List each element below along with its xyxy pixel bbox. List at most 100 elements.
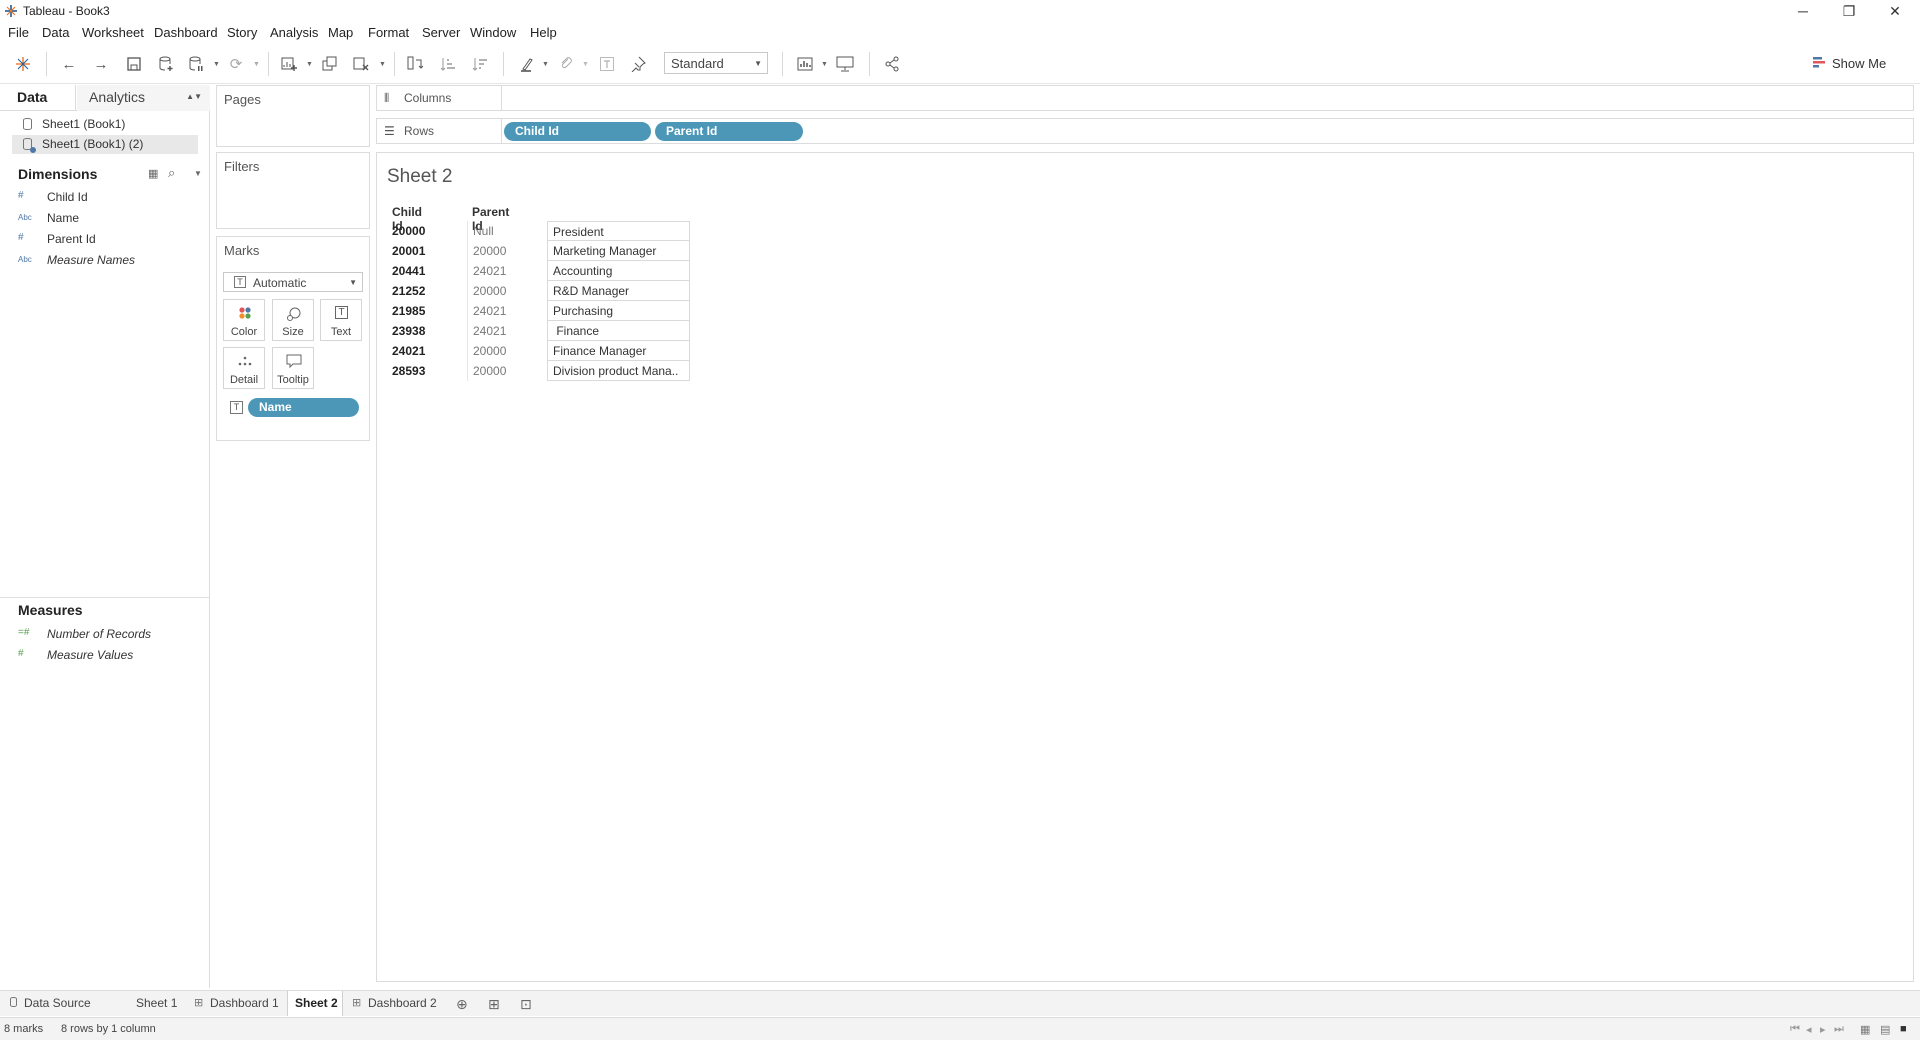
fix-axes-icon[interactable]: [627, 53, 649, 75]
table-row[interactable]: 20001 20000 Marketing Manager: [387, 241, 690, 261]
nav-last-icon[interactable]: ⏭: [1834, 1023, 1844, 1036]
clear-sheet-icon[interactable]: [350, 53, 372, 75]
filters-card[interactable]: Filters: [216, 152, 370, 229]
cell-name[interactable]: Finance Manager: [547, 341, 690, 361]
cell-name[interactable]: Purchasing: [547, 301, 690, 321]
table-row[interactable]: 20441 24021 Accounting: [387, 261, 690, 281]
view-cards-icon[interactable]: ▦: [148, 167, 158, 180]
duplicate-sheet-icon[interactable]: [319, 53, 341, 75]
cell-child-id[interactable]: 28593: [387, 361, 467, 381]
pane-menu-icon[interactable]: ▲▼: [186, 92, 202, 101]
menu-data[interactable]: Data: [42, 25, 69, 40]
tab-data[interactable]: Data: [0, 85, 76, 111]
menu-worksheet[interactable]: Worksheet: [82, 25, 144, 40]
redo-icon[interactable]: →: [90, 53, 112, 75]
highlight-icon[interactable]: [516, 53, 538, 75]
sort-descending-icon[interactable]: [469, 53, 491, 75]
new-data-source-icon[interactable]: [155, 53, 177, 75]
cell-parent-id[interactable]: 20000: [467, 281, 547, 301]
table-row[interactable]: 21252 20000 R&D Manager: [387, 281, 690, 301]
table-row[interactable]: 20000 Null President: [387, 221, 690, 241]
menu-format[interactable]: Format: [368, 25, 409, 40]
rows-shelf[interactable]: ☰ Rows Child Id Parent Id: [376, 118, 1914, 144]
clear-dropdown-icon[interactable]: ▼: [379, 61, 386, 68]
nav-prev-icon[interactable]: ◂: [1806, 1023, 1812, 1036]
field-measure-names[interactable]: Abc Measure Names: [18, 251, 198, 271]
cell-child-id[interactable]: 20001: [387, 241, 467, 261]
text-button[interactable]: T Text: [320, 299, 362, 341]
new-story-tab-icon[interactable]: ⊡: [520, 991, 540, 1016]
worksheet-view[interactable]: Sheet 2 Child Id Parent Id 20000 Null Pres…: [376, 152, 1914, 982]
table-row[interactable]: 21985 24021 Purchasing: [387, 301, 690, 321]
sheet-title[interactable]: Sheet 2: [387, 166, 453, 188]
cell-parent-id[interactable]: 24021: [467, 261, 547, 281]
nav-first-icon[interactable]: ⏮: [1790, 1023, 1800, 1036]
cell-name[interactable]: Division product Mana..: [547, 361, 690, 381]
pause-updates-icon[interactable]: [185, 53, 207, 75]
field-child-id[interactable]: # Child Id: [18, 188, 198, 208]
cell-child-id[interactable]: 24021: [387, 341, 467, 361]
menu-window[interactable]: Window: [470, 25, 516, 40]
swap-rows-columns-icon[interactable]: [404, 53, 426, 75]
detail-button[interactable]: Detail: [223, 347, 265, 389]
cell-child-id[interactable]: 21252: [387, 281, 467, 301]
pages-card[interactable]: Pages: [216, 85, 370, 147]
sort-ascending-icon[interactable]: [437, 53, 459, 75]
table-row[interactable]: 24021 20000 Finance Manager: [387, 341, 690, 361]
rows-pill-child-id[interactable]: Child Id: [504, 122, 651, 141]
show-me-button[interactable]: Show Me: [1812, 53, 1886, 73]
tab-analytics[interactable]: Analytics ▲▼: [77, 85, 210, 111]
cell-name[interactable]: Finance: [547, 321, 690, 341]
new-worksheet-tab-icon[interactable]: ⊕: [456, 991, 476, 1016]
new-worksheet-icon[interactable]: [278, 53, 300, 75]
field-measure-values[interactable]: # Measure Values: [18, 646, 198, 666]
minimize-button[interactable]: ─: [1780, 0, 1826, 22]
undo-icon[interactable]: ←: [58, 53, 80, 75]
menu-map[interactable]: Map: [328, 25, 353, 40]
tab-sheet-1[interactable]: Sheet 1: [130, 991, 180, 1016]
fit-select[interactable]: Standard ▼: [664, 52, 768, 74]
close-button[interactable]: ✕: [1872, 0, 1918, 22]
color-button[interactable]: Color: [223, 299, 265, 341]
menu-dashboard[interactable]: Dashboard: [154, 25, 218, 40]
cell-child-id[interactable]: 20000: [387, 221, 467, 241]
menu-file[interactable]: File: [8, 25, 29, 40]
dimensions-menu-icon[interactable]: ▼: [194, 169, 202, 178]
field-parent-id[interactable]: # Parent Id: [18, 230, 198, 250]
table-row[interactable]: 28593 20000 Division product Mana..: [387, 361, 690, 381]
cell-parent-id[interactable]: 24021: [467, 321, 547, 341]
restore-button[interactable]: ❐: [1826, 0, 1872, 22]
nav-next-icon[interactable]: ▸: [1820, 1023, 1826, 1036]
tooltip-button[interactable]: Tooltip: [272, 347, 314, 389]
menu-server[interactable]: Server: [422, 25, 460, 40]
save-icon[interactable]: [123, 53, 145, 75]
data-source-item[interactable]: Sheet1 (Book1): [12, 115, 198, 134]
show-sheet-sorter-icon[interactable]: ▦: [1860, 1023, 1870, 1036]
group-dropdown-icon[interactable]: ▼: [582, 61, 589, 68]
new-worksheet-dropdown-icon[interactable]: ▼: [306, 61, 313, 68]
data-source-item-active[interactable]: Sheet1 (Book1) (2): [12, 135, 198, 154]
show-filmstrip-icon[interactable]: ▤: [1880, 1023, 1890, 1036]
rows-pill-parent-id[interactable]: Parent Id: [655, 122, 803, 141]
table-row[interactable]: 23938 24021 Finance: [387, 321, 690, 341]
tab-dashboard-1[interactable]: ⊞ Dashboard 1: [192, 991, 284, 1016]
menu-help[interactable]: Help: [530, 25, 557, 40]
mark-type-select[interactable]: T Automatic ▼: [223, 272, 363, 292]
highlight-dropdown-icon[interactable]: ▼: [542, 61, 549, 68]
tab-sheet-2[interactable]: Sheet 2: [287, 991, 343, 1016]
presentation-mode-icon[interactable]: [834, 53, 856, 75]
menu-story[interactable]: Story: [227, 25, 257, 40]
cell-parent-id[interactable]: 20000: [467, 241, 547, 261]
share-icon[interactable]: [881, 53, 903, 75]
group-members-icon[interactable]: [555, 53, 577, 75]
show-mark-labels-icon[interactable]: [596, 53, 618, 75]
tableau-home-icon[interactable]: [12, 53, 34, 75]
cell-parent-id[interactable]: 20000: [467, 341, 547, 361]
cell-name[interactable]: Accounting: [547, 261, 690, 281]
cell-name[interactable]: President: [547, 221, 690, 241]
tab-data-source[interactable]: Data Source: [8, 991, 100, 1016]
cell-parent-id[interactable]: 24021: [467, 301, 547, 321]
cell-child-id[interactable]: 23938: [387, 321, 467, 341]
show-cards-icon[interactable]: [795, 53, 817, 75]
cell-parent-id[interactable]: 20000: [467, 361, 547, 381]
